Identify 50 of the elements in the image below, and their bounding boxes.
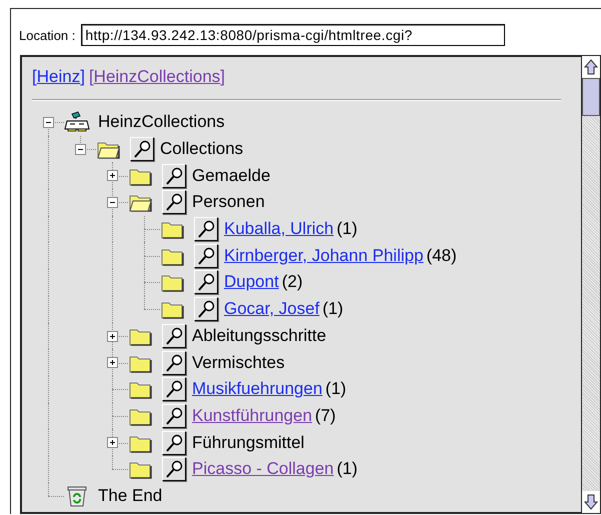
expand-icon[interactable] [107,330,118,342]
item-count: (48) [426,246,457,266]
tree-label: Collections [160,139,244,160]
search-button[interactable] [162,190,186,214]
item-count: (2) [282,272,303,292]
search-button[interactable] [194,217,218,242]
tree-link[interactable]: Gocar, Josef [224,299,320,320]
tree-link[interactable]: Kirnberger, Johann Philipp [224,246,424,266]
expand-icon[interactable] [107,357,118,368]
item-count: (1) [336,219,358,240]
search-button[interactable] [162,430,186,455]
tree-label: Führungsmittel [192,432,304,453]
tree-link[interactable]: Kunstführungen [192,406,312,426]
tree-label: The End [98,486,162,506]
tree-label: Gemaelde [192,166,270,186]
item-count: (1) [336,459,358,480]
collapse-icon[interactable] [75,144,86,155]
breadcrumb-link[interactable]: [Heinz] [32,67,85,87]
item-count: (7) [315,406,336,426]
tree-link[interactable]: Musikfuehrungen [192,379,322,400]
tree-label: Ableitungsschritte [192,326,326,346]
search-button[interactable] [162,164,186,188]
expand-icon[interactable] [107,437,118,448]
scroll-thumb[interactable] [582,78,600,116]
search-button[interactable] [162,350,186,375]
search-button[interactable] [194,270,218,294]
tree-link[interactable]: Kuballa, Ulrich [224,219,334,240]
item-count: (1) [325,379,346,400]
location-field[interactable]: http://134.93.242.13:8080/prisma-cgi/htmltree.cgi? [81,24,506,46]
search-button[interactable] [162,404,186,428]
tree-label: HeinzCollections [98,112,225,132]
scroll-down-icon[interactable] [583,493,599,511]
search-button[interactable] [162,457,186,482]
tree-label: Vermischtes [192,352,285,373]
expand-icon[interactable] [107,170,118,182]
collapse-icon[interactable] [107,197,118,208]
item-count: (1) [322,299,344,320]
collapse-icon[interactable] [43,117,54,128]
search-button[interactable] [162,324,186,348]
scroll-up-icon[interactable] [583,58,599,76]
scrollbar[interactable] [581,55,601,514]
tree-label: Personen [192,192,265,212]
search-button[interactable] [194,297,218,322]
search-button[interactable] [130,137,154,162]
search-button[interactable] [194,244,218,268]
search-button[interactable] [162,377,186,402]
location-label: Location : [19,28,76,42]
breadcrumb-link[interactable]: [HeinzCollections] [88,67,226,87]
tree-link[interactable]: Picasso - Collagen [192,459,334,480]
tree-link[interactable]: Dupont [224,272,279,292]
